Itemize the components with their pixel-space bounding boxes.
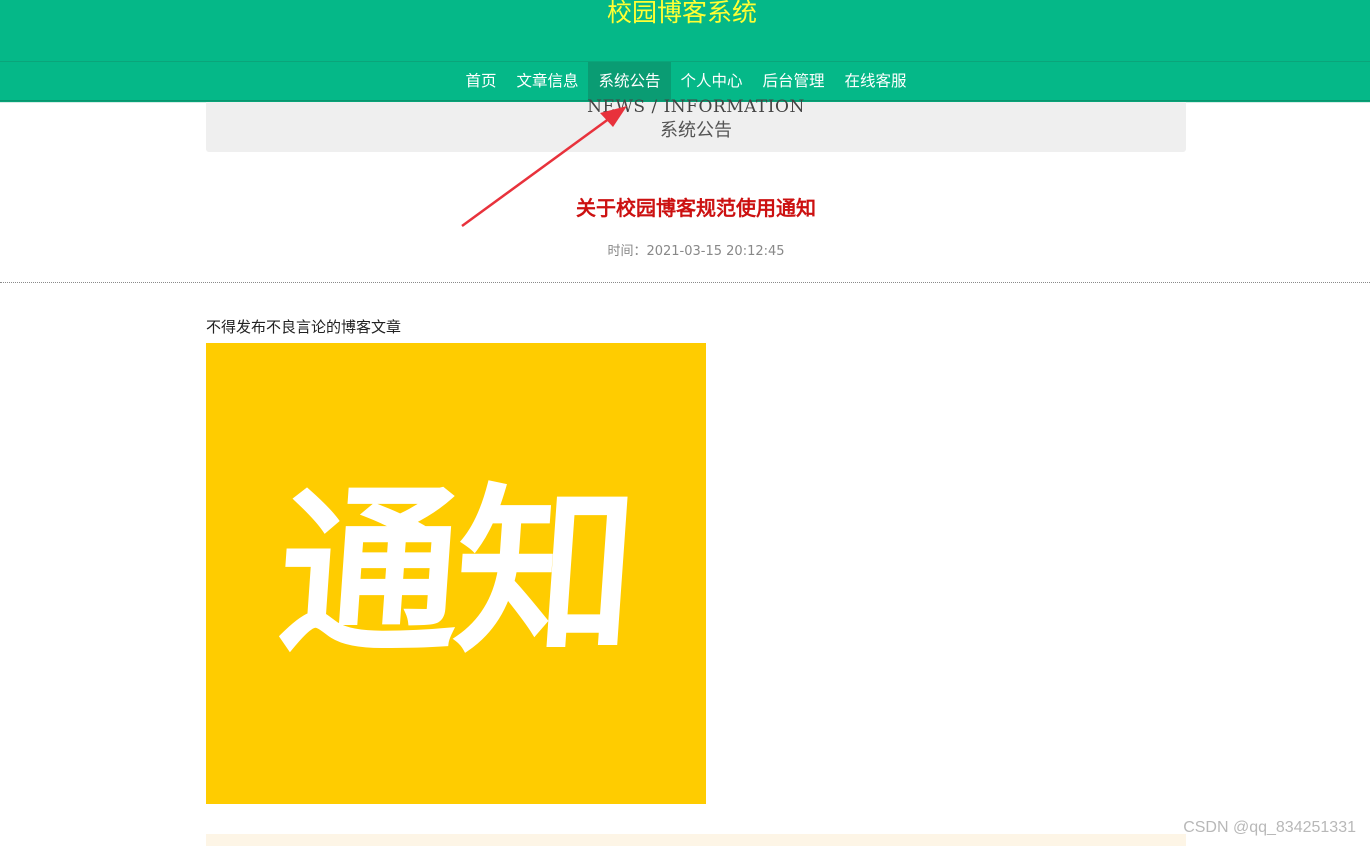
nav-item-announcements[interactable]: 系统公告 bbox=[588, 62, 671, 100]
section-banner: NEWS / INFORMATION 系统公告 bbox=[206, 97, 1186, 152]
nav-item-customer-service[interactable]: 在线客服 bbox=[835, 62, 917, 100]
main-nav: 首页 文章信息 系统公告 个人中心 后台管理 在线客服 bbox=[0, 62, 1370, 100]
site-title: 校园博客系统 bbox=[606, 0, 757, 27]
notice-image: 通知 bbox=[206, 343, 706, 804]
nav-item-admin[interactable]: 后台管理 bbox=[753, 62, 835, 100]
banner-english-title: NEWS / INFORMATION bbox=[587, 97, 805, 117]
footer-strip bbox=[206, 834, 1186, 846]
notice-time-label: 时间： bbox=[607, 244, 647, 259]
notice-time: 时间：2021-03-15 20:12:45 bbox=[0, 243, 1370, 261]
notice-time-value: 2021-03-15 20:12:45 bbox=[646, 244, 785, 259]
notice-image-text: 通知 bbox=[272, 467, 640, 678]
nav-item-articles[interactable]: 文章信息 bbox=[506, 62, 588, 100]
csdn-watermark: CSDN @qq_834251331 bbox=[1183, 819, 1356, 836]
nav-item-personal-center[interactable]: 个人中心 bbox=[671, 62, 753, 100]
content-divider bbox=[0, 282, 1370, 283]
site-header: 校园博客系统 首页 文章信息 系统公告 个人中心 后台管理 在线客服 bbox=[0, 0, 1370, 102]
notice-title: 关于校园博客规范使用通知 bbox=[576, 196, 816, 220]
banner-chinese-title: 系统公告 bbox=[660, 120, 732, 141]
nav-item-home[interactable]: 首页 bbox=[455, 62, 506, 100]
notice-content: 不得发布不良言论的博客文章 bbox=[206, 318, 402, 336]
